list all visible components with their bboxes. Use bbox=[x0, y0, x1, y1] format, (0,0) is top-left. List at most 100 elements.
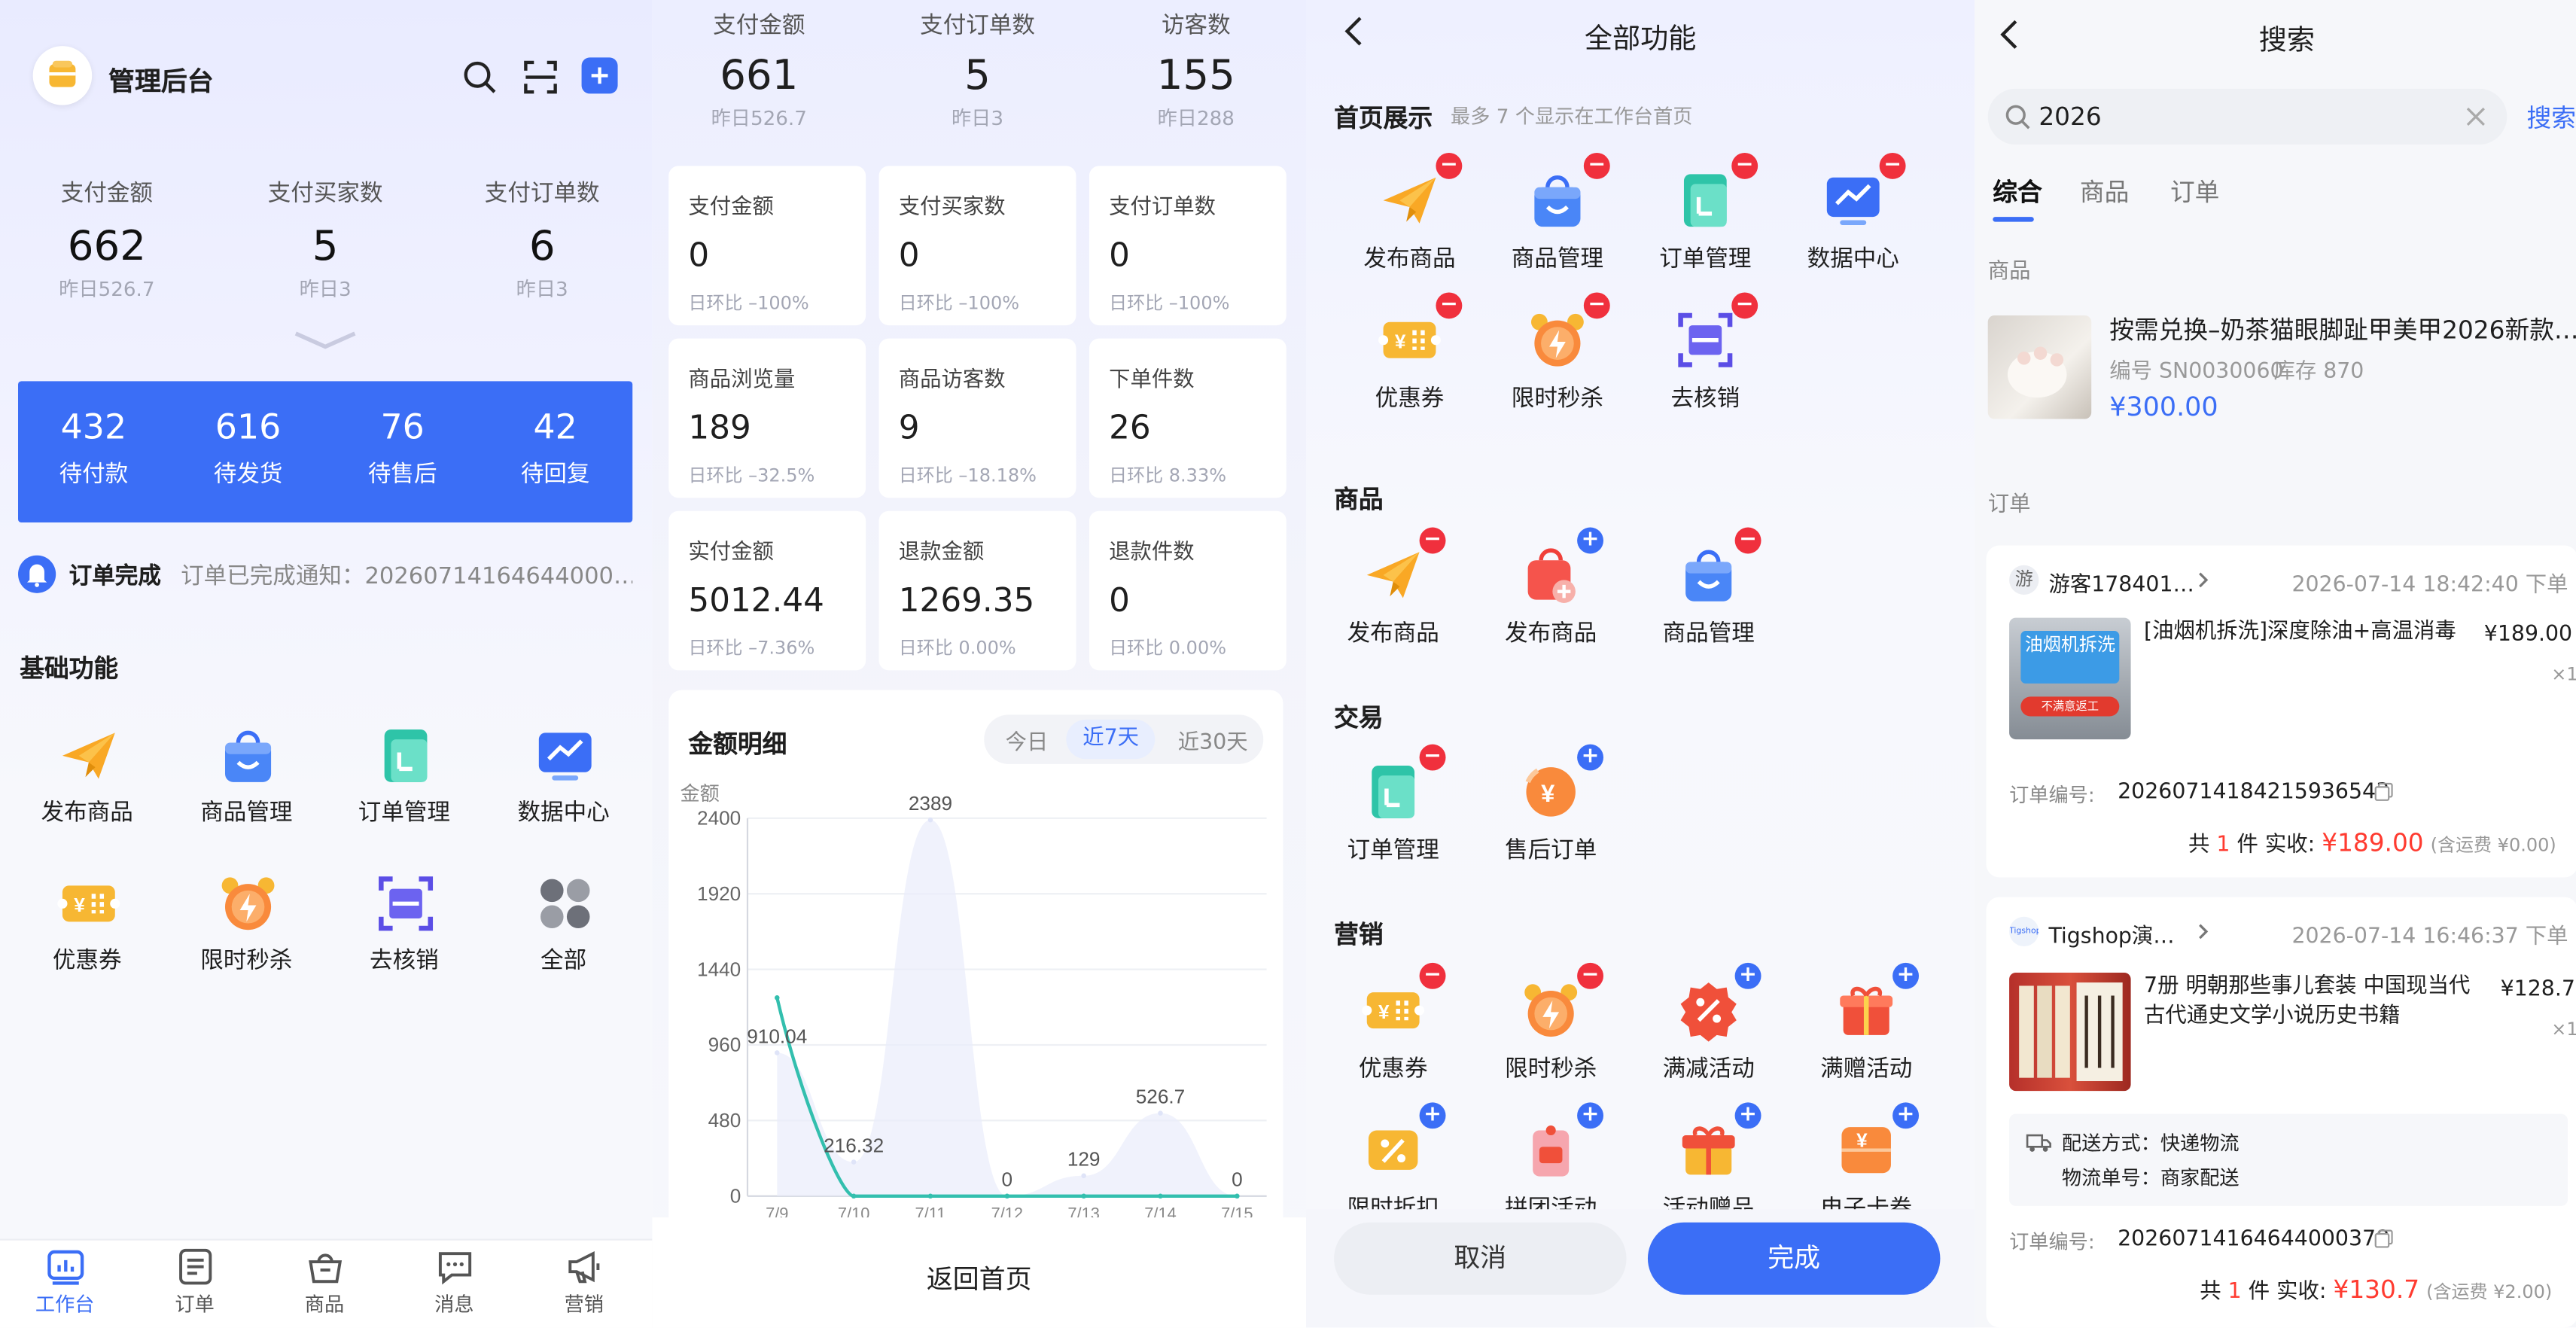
tab-orders[interactable]: 订单 bbox=[2170, 174, 2220, 209]
function-item[interactable]: 全部 bbox=[485, 871, 643, 976]
status-pending-payment[interactable]: 432 待付款 bbox=[20, 407, 167, 489]
search-submit-button[interactable]: 搜索 bbox=[2527, 100, 2576, 135]
add-badge-icon[interactable]: + bbox=[1734, 1102, 1761, 1129]
remove-badge-icon[interactable]: − bbox=[1731, 152, 1758, 179]
data-label: 2389 bbox=[909, 792, 952, 815]
marketing-function-item[interactable]: ¥+电子卡券 bbox=[1787, 1102, 1945, 1224]
bag-plus-icon: + bbox=[1518, 527, 1604, 608]
line-point bbox=[1081, 1193, 1086, 1199]
function-item[interactable]: 商品管理 bbox=[168, 723, 326, 828]
marketing-function-item[interactable]: +限时折扣 bbox=[1314, 1102, 1472, 1224]
metric-card[interactable]: 支付买家数 0 日环比 –100% bbox=[878, 166, 1076, 326]
expand-chevron-icon[interactable] bbox=[292, 328, 358, 352]
goods-function-item[interactable]: − 商品管理 bbox=[1630, 527, 1788, 649]
home-function-item[interactable]: − 订单管理 bbox=[1627, 152, 1785, 275]
product-result[interactable]: 按需兑换–奶茶猫眼脚趾甲美甲2026新款… 编号 SN0030060 库存 87… bbox=[1987, 306, 2576, 437]
remove-badge-icon[interactable]: − bbox=[1577, 962, 1604, 989]
buyer-name[interactable]: 游客178401… bbox=[2048, 567, 2194, 598]
home-function-item[interactable]: − 数据中心 bbox=[1774, 152, 1932, 275]
paper-plane-icon: − bbox=[1377, 152, 1463, 233]
add-badge-icon[interactable]: + bbox=[1577, 744, 1604, 771]
metric-card[interactable]: 实付金额 5012.44 日环比 –7.36% bbox=[668, 510, 866, 671]
add-badge-icon[interactable]: + bbox=[1734, 962, 1761, 989]
tab-goods[interactable]: 商品 bbox=[260, 1247, 389, 1317]
remove-badge-icon[interactable]: − bbox=[1734, 527, 1761, 554]
order-item-name: [油烟机拆洗]深度除油+高温消毒 bbox=[2144, 619, 2456, 644]
function-item[interactable]: 发布商品 bbox=[8, 723, 166, 828]
marketing-section-title: 营销 bbox=[1334, 920, 1384, 950]
home-function-item[interactable]: − 发布商品 bbox=[1331, 152, 1489, 275]
metric-card[interactable]: 退款件数 0 日环比 0.00% bbox=[1089, 510, 1286, 671]
add-badge-icon[interactable]: + bbox=[1892, 1102, 1920, 1129]
remove-badge-icon[interactable]: − bbox=[1879, 152, 1906, 179]
marketing-function-item[interactable]: + 满减活动 bbox=[1630, 962, 1788, 1085]
remove-badge-icon[interactable]: − bbox=[1583, 152, 1610, 179]
function-item[interactable]: ¥ 优惠券 bbox=[8, 871, 166, 976]
add-badge-icon[interactable]: + bbox=[1419, 1102, 1446, 1129]
function-item[interactable]: 去核销 bbox=[325, 871, 483, 976]
order-card[interactable]: Tigshop Tigshop演… 2026-07-14 16:46:37 下单… bbox=[1986, 897, 2576, 1328]
range-30days[interactable]: 近30天 bbox=[1178, 724, 1248, 756]
marketing-function-item[interactable]: + 满赠活动 bbox=[1787, 962, 1945, 1085]
metric-card[interactable]: 支付订单数 0 日环比 –100% bbox=[1089, 166, 1286, 326]
tab-goods[interactable]: 商品 bbox=[2080, 174, 2130, 209]
marketing-function-item[interactable]: +活动赠品 bbox=[1630, 1102, 1788, 1224]
function-item[interactable]: 限时秒杀 bbox=[168, 871, 326, 976]
range-7days[interactable]: 近7天 bbox=[1066, 719, 1156, 760]
back-home-button[interactable]: 返回首页 bbox=[652, 1217, 1307, 1328]
tab-marketing[interactable]: 营销 bbox=[519, 1247, 649, 1317]
remove-badge-icon[interactable]: − bbox=[1419, 527, 1446, 554]
shop-logo bbox=[32, 46, 93, 105]
metric-card[interactable]: 商品访客数 9 日环比 –18.18% bbox=[878, 338, 1076, 498]
remove-badge-icon[interactable]: − bbox=[1436, 152, 1463, 179]
metric-card[interactable]: 支付金额 0 日环比 –100% bbox=[668, 166, 866, 326]
metric-card[interactable]: 下单件数 26 日环比 8.33% bbox=[1089, 338, 1286, 498]
clear-icon[interactable] bbox=[2465, 105, 2488, 129]
scan-icon[interactable] bbox=[522, 59, 559, 96]
copy-icon[interactable] bbox=[2374, 1229, 2394, 1248]
remove-badge-icon[interactable]: − bbox=[1419, 962, 1446, 989]
status-pending-shipment[interactable]: 616 待发货 bbox=[174, 407, 321, 489]
metric-card[interactable]: 退款金额 1269.35 日环比 0.00% bbox=[878, 510, 1076, 671]
order-item-thumbnail: 油烟机拆洗 不满意返工 bbox=[2009, 617, 2131, 740]
add-icon[interactable] bbox=[581, 57, 618, 94]
function-item[interactable]: 数据中心 bbox=[485, 723, 643, 828]
trade-function-item[interactable]: ¥ + 售后订单 bbox=[1472, 744, 1630, 866]
marketing-function-item[interactable]: ¥ − 优惠券 bbox=[1314, 962, 1472, 1085]
remove-badge-icon[interactable]: − bbox=[1436, 292, 1463, 319]
marketing-function-item[interactable]: − 限时秒杀 bbox=[1472, 962, 1630, 1085]
add-badge-icon[interactable]: + bbox=[1577, 1102, 1604, 1129]
home-function-item[interactable]: − 去核销 bbox=[1627, 292, 1785, 414]
search-field[interactable]: 2026 bbox=[1987, 88, 2507, 145]
tab-messages[interactable]: 消息 bbox=[389, 1247, 519, 1317]
home-function-item[interactable]: − 商品管理 bbox=[1478, 152, 1637, 275]
metric-card[interactable]: 商品浏览量 189 日环比 –32.5% bbox=[668, 338, 866, 498]
tab-workbench[interactable]: 工作台 bbox=[0, 1247, 129, 1317]
remove-badge-icon[interactable]: − bbox=[1419, 744, 1446, 771]
remove-badge-icon[interactable]: − bbox=[1731, 292, 1758, 319]
tab-all[interactable]: 综合 bbox=[1993, 174, 2042, 209]
search-query[interactable]: 2026 bbox=[2039, 102, 2101, 131]
amount-line-chart: 金额04809601440192024007/9 7/10 7/11 7/12 7/13… bbox=[681, 782, 1267, 1223]
status-pending-reply[interactable]: 42 待回复 bbox=[481, 407, 629, 489]
cancel-button[interactable]: 取消 bbox=[1334, 1222, 1627, 1295]
search-icon[interactable] bbox=[461, 59, 498, 96]
home-function-item[interactable]: − 限时秒杀 bbox=[1478, 292, 1637, 414]
function-item[interactable]: 订单管理 bbox=[325, 723, 483, 828]
home-function-item[interactable]: ¥ − 优惠券 bbox=[1331, 292, 1489, 414]
copy-icon[interactable] bbox=[2374, 782, 2394, 802]
add-badge-icon[interactable]: + bbox=[1892, 962, 1920, 989]
trade-function-item[interactable]: − 订单管理 bbox=[1314, 744, 1472, 866]
marketing-function-item[interactable]: +拼团活动 bbox=[1472, 1102, 1630, 1224]
tab-orders[interactable]: 订单 bbox=[129, 1247, 259, 1317]
goods-function-item[interactable]: + 发布商品 bbox=[1472, 527, 1630, 649]
done-button[interactable]: 完成 bbox=[1647, 1222, 1941, 1295]
remove-badge-icon[interactable]: − bbox=[1583, 292, 1610, 319]
range-today[interactable]: 今日 bbox=[1006, 724, 1049, 756]
status-after-sale[interactable]: 76 待售后 bbox=[328, 407, 476, 489]
add-badge-icon[interactable]: + bbox=[1577, 527, 1604, 554]
notice-bar[interactable]: 订单完成 订单已完成通知：20260714164644000… bbox=[18, 555, 632, 595]
goods-function-item[interactable]: − 发布商品 bbox=[1314, 527, 1472, 649]
buyer-name[interactable]: Tigshop演… bbox=[2048, 918, 2174, 950]
order-card[interactable]: 游 游客178401… 2026-07-14 18:42:40 下单 油烟机拆洗… bbox=[1986, 545, 2576, 878]
